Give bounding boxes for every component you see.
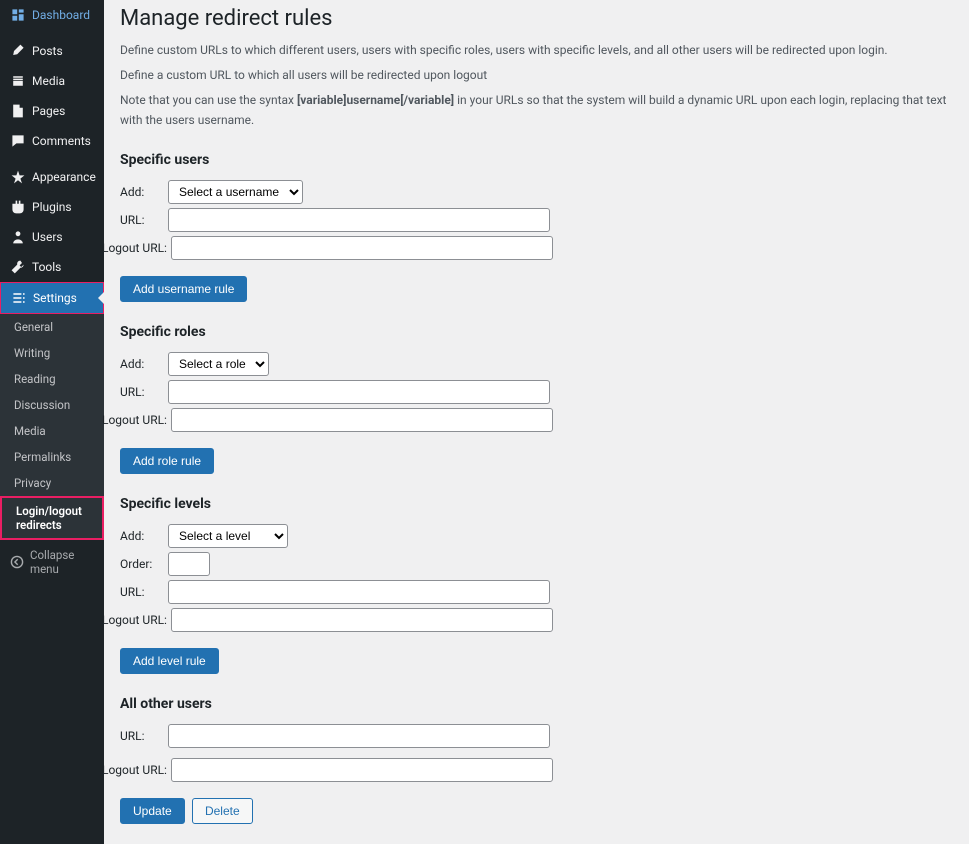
label-url-level: URL: bbox=[120, 585, 168, 599]
menu-posts[interactable]: Posts bbox=[0, 36, 104, 66]
tools-icon bbox=[10, 259, 26, 275]
label-add-role: Add: bbox=[120, 357, 168, 371]
appearance-icon bbox=[10, 169, 26, 185]
add-level-rule-button[interactable]: Add level rule bbox=[120, 648, 219, 674]
menu-label: Settings bbox=[33, 291, 77, 305]
submenu-general[interactable]: General bbox=[0, 314, 104, 340]
menu-label: Media bbox=[32, 74, 65, 88]
heading-roles: Specific roles bbox=[120, 324, 949, 340]
delete-button[interactable]: Delete bbox=[192, 798, 253, 824]
menu-tools[interactable]: Tools bbox=[0, 252, 104, 282]
menu-label: Dashboard bbox=[32, 8, 90, 22]
label-logout-role: Logout URL: bbox=[102, 413, 171, 427]
input-logout-role[interactable] bbox=[171, 408, 553, 432]
menu-label: Plugins bbox=[32, 200, 72, 214]
select-role[interactable]: Select a role bbox=[168, 352, 269, 376]
desc-variable: Note that you can use the syntax [variab… bbox=[120, 91, 949, 129]
label-logout-user: Logout URL: bbox=[102, 241, 171, 255]
menu-label: Comments bbox=[32, 134, 91, 148]
menu-label: Appearance bbox=[32, 170, 96, 184]
collapse-label: Collapse menu bbox=[30, 548, 94, 576]
pages-icon bbox=[10, 103, 26, 119]
submenu-privacy[interactable]: Privacy bbox=[0, 470, 104, 496]
input-url-other[interactable] bbox=[168, 724, 550, 748]
submenu-writing[interactable]: Writing bbox=[0, 340, 104, 366]
collapse-icon bbox=[10, 554, 24, 570]
label-url-other: URL: bbox=[120, 729, 168, 743]
label-add-level: Add: bbox=[120, 529, 168, 543]
input-logout-other[interactable] bbox=[171, 758, 553, 782]
main-content: Manage redirect rules Define custom URLs… bbox=[104, 0, 969, 844]
update-button[interactable]: Update bbox=[120, 798, 185, 824]
label-add-user: Add: bbox=[120, 185, 168, 199]
submenu-discussion[interactable]: Discussion bbox=[0, 392, 104, 418]
menu-appearance[interactable]: Appearance bbox=[0, 162, 104, 192]
select-username[interactable]: Select a username bbox=[168, 180, 303, 204]
page-title: Manage redirect rules bbox=[120, 6, 949, 31]
desc-login: Define custom URLs to which different us… bbox=[120, 41, 949, 60]
menu-label: Pages bbox=[32, 104, 65, 118]
pin-icon bbox=[10, 43, 26, 59]
input-url-level[interactable] bbox=[168, 580, 550, 604]
input-url-role[interactable] bbox=[168, 380, 550, 404]
menu-plugins[interactable]: Plugins bbox=[0, 192, 104, 222]
settings-icon bbox=[11, 290, 27, 306]
input-logout-user[interactable] bbox=[171, 236, 553, 260]
input-url-user[interactable] bbox=[168, 208, 550, 232]
menu-comments[interactable]: Comments bbox=[0, 126, 104, 156]
submenu-media[interactable]: Media bbox=[0, 418, 104, 444]
menu-settings[interactable]: Settings bbox=[0, 282, 104, 314]
label-url-user: URL: bbox=[120, 213, 168, 227]
submenu-login-redirects[interactable]: Login/logout redirects bbox=[0, 496, 104, 540]
heading-levels: Specific levels bbox=[120, 496, 949, 512]
select-level[interactable]: Select a level bbox=[168, 524, 288, 548]
menu-pages[interactable]: Pages bbox=[0, 96, 104, 126]
submenu-reading[interactable]: Reading bbox=[0, 366, 104, 392]
input-logout-level[interactable] bbox=[171, 608, 553, 632]
menu-media[interactable]: Media bbox=[0, 66, 104, 96]
label-logout-level: Logout URL: bbox=[102, 613, 171, 627]
menu-label: Posts bbox=[32, 44, 63, 58]
input-order[interactable] bbox=[168, 552, 210, 576]
media-icon bbox=[10, 73, 26, 89]
menu-dashboard[interactable]: Dashboard bbox=[0, 0, 104, 30]
users-icon bbox=[10, 229, 26, 245]
label-order: Order: bbox=[120, 557, 168, 571]
label-url-role: URL: bbox=[120, 385, 168, 399]
label-logout-other: Logout URL: bbox=[102, 763, 171, 777]
heading-others: All other users bbox=[120, 696, 949, 712]
admin-sidebar: Dashboard Posts Media Pages Comments App… bbox=[0, 0, 104, 844]
plugins-icon bbox=[10, 199, 26, 215]
add-username-rule-button[interactable]: Add username rule bbox=[120, 276, 247, 302]
collapse-menu[interactable]: Collapse menu bbox=[0, 540, 104, 584]
desc-logout: Define a custom URL to which all users w… bbox=[120, 66, 949, 85]
heading-users: Specific users bbox=[120, 152, 949, 168]
menu-label: Users bbox=[32, 230, 63, 244]
menu-users[interactable]: Users bbox=[0, 222, 104, 252]
settings-submenu: General Writing Reading Discussion Media… bbox=[0, 314, 104, 540]
menu-label: Tools bbox=[32, 260, 61, 274]
submenu-permalinks[interactable]: Permalinks bbox=[0, 444, 104, 470]
dashboard-icon bbox=[10, 7, 26, 23]
comments-icon bbox=[10, 133, 26, 149]
add-role-rule-button[interactable]: Add role rule bbox=[120, 448, 214, 474]
